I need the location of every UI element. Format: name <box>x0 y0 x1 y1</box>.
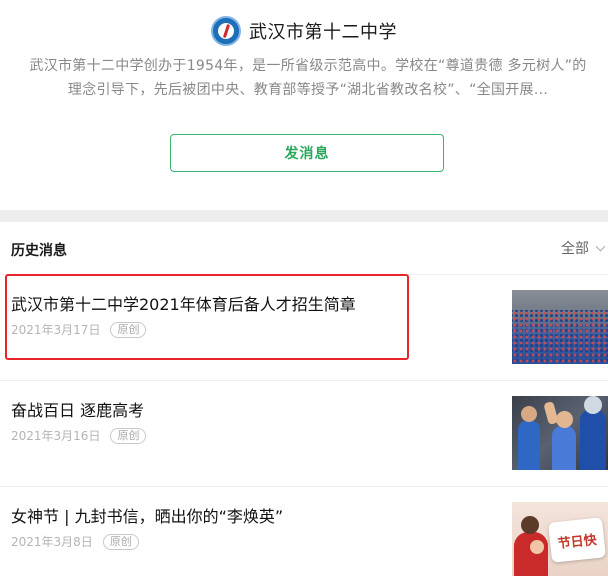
history-title: 历史消息 <box>11 243 67 259</box>
article-date: 2021年3月16日 <box>11 429 101 443</box>
thumbnail-figure <box>514 532 548 576</box>
article-thumbnail[interactable] <box>512 396 608 470</box>
article-thumbnail[interactable]: 节日快 <box>512 502 608 576</box>
article-item[interactable]: 奋战百日 逐鹿高考 2021年3月16日 原创 <box>0 381 608 487</box>
section-divider <box>0 210 608 222</box>
thumbnail-crowd-pattern <box>512 310 608 364</box>
thumbnail-child <box>530 540 544 554</box>
thumbnail-figure-head <box>521 516 539 534</box>
article-item[interactable]: 武汉市第十二中学2021年体育后备人才招生简章 2021年3月17日 原创 <box>0 275 608 381</box>
account-profile: 武汉市第十二中学 武汉市第十二中学创办于1954年，是一所省级示范高中。学校在“… <box>0 0 608 210</box>
school-logo-icon <box>211 16 241 46</box>
chevron-down-icon <box>595 241 606 251</box>
thumbnail-sign: 节日快 <box>548 517 606 563</box>
account-intro: 武汉市第十二中学创办于1954年，是一所省级示范高中。学校在“尊道贵德 多元树人… <box>29 58 587 98</box>
article-meta: 2021年3月8日 原创 <box>11 533 139 550</box>
thumbnail-figure <box>552 411 576 470</box>
original-badge: 原创 <box>110 321 147 338</box>
send-message-button[interactable]: 发消息 <box>170 134 444 172</box>
article-thumbnail[interactable] <box>512 290 608 364</box>
account-header: 武汉市第十二中学 <box>0 14 608 48</box>
original-badge: 原创 <box>102 533 139 550</box>
article-meta: 2021年3月16日 原创 <box>11 427 147 444</box>
article-title[interactable]: 奋战百日 逐鹿高考 <box>11 397 144 421</box>
history-filter-dropdown[interactable]: 全部 <box>561 238 608 258</box>
article-title[interactable]: 女神节 | 九封书信，晒出你的“李焕英” <box>11 503 283 527</box>
article-meta: 2021年3月17日 原创 <box>11 321 147 338</box>
article-title[interactable]: 武汉市第十二中学2021年体育后备人才招生简章 <box>11 291 356 315</box>
article-date: 2021年3月17日 <box>11 323 101 337</box>
article-date: 2021年3月8日 <box>11 535 93 549</box>
thumbnail-figure <box>580 396 606 470</box>
thumbnail-sign-text: 节日快 <box>557 532 598 552</box>
account-name: 武汉市第十二中学 <box>249 22 397 43</box>
original-badge: 原创 <box>110 427 147 444</box>
filter-label: 全部 <box>561 241 589 257</box>
history-header: 历史消息 全部 <box>0 222 608 275</box>
thumbnail-figure <box>518 406 540 470</box>
article-item[interactable]: 女神节 | 九封书信，晒出你的“李焕英” 2021年3月8日 原创 节日快 <box>0 487 608 581</box>
